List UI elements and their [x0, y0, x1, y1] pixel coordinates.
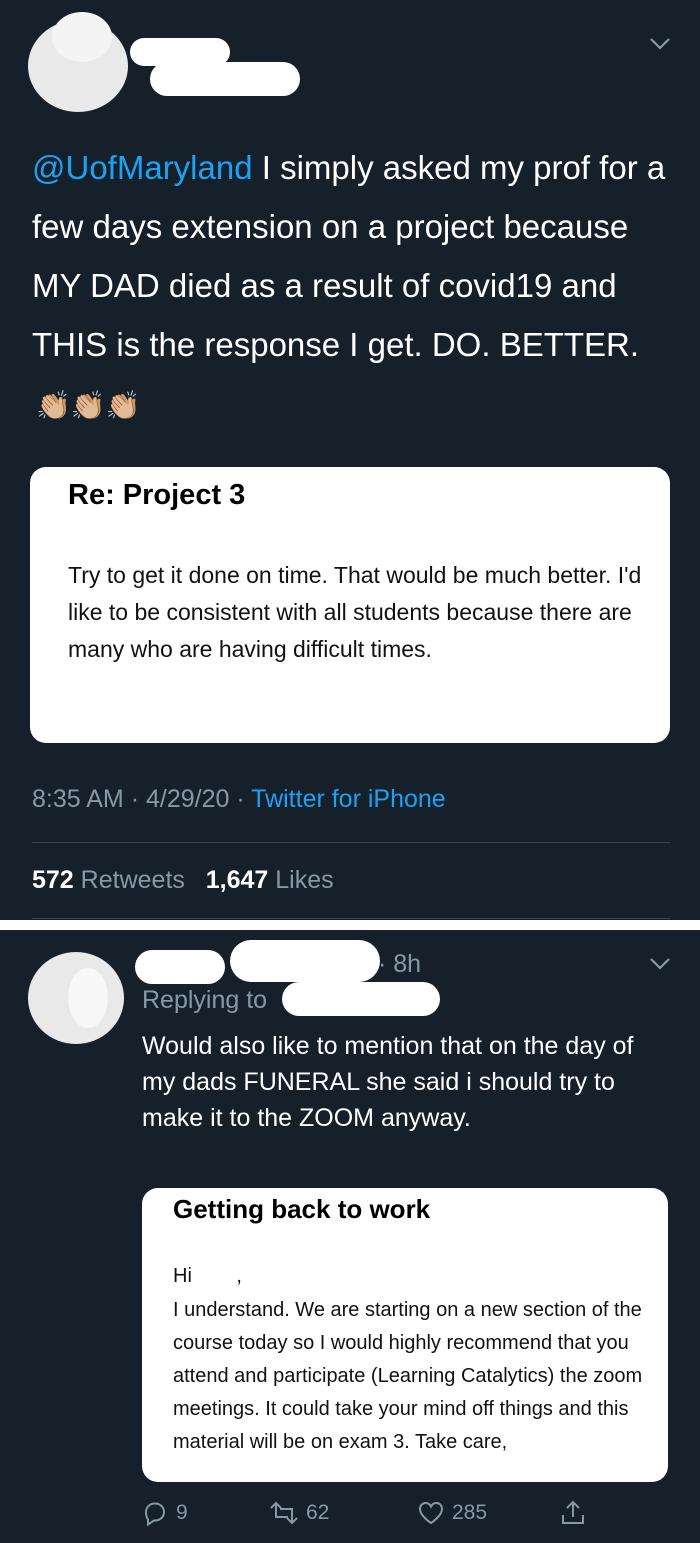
replying-to-label: Replying to: [142, 986, 268, 1014]
like-count: 285: [452, 1501, 488, 1524]
divider: [32, 842, 670, 843]
reply-tweet: · 8h Replying to Would also like to ment…: [0, 930, 700, 1543]
mention-link[interactable]: @UofMaryland: [32, 149, 253, 186]
reply-text: Would also like to mention that on the d…: [142, 1032, 634, 1132]
reply-count: 9: [176, 1501, 188, 1524]
tweet-action-bar: 9 62 285: [140, 1498, 610, 1538]
email-screenshot-card[interactable]: Re: Project 3 Try to get it done on time…: [30, 467, 670, 743]
reply-icon: [144, 1502, 166, 1527]
tweet-date: 4/29/20: [145, 785, 230, 813]
email-screenshot-card[interactable]: Getting back to work Hi , I understand. …: [142, 1188, 668, 1482]
email-subject: Re: Project 3: [68, 479, 246, 511]
retweet-icon: [270, 1501, 298, 1525]
email-body: Try to get it done on time. That would b…: [68, 562, 642, 662]
email-greeting: Hi ,: [173, 1265, 242, 1287]
like-button[interactable]: 285: [416, 1498, 487, 1528]
avatar[interactable]: [28, 12, 138, 112]
share-button[interactable]: [558, 1498, 588, 1528]
likes-stat[interactable]: 1,647 Likes: [206, 866, 334, 894]
redacted-reply-target: [282, 982, 440, 1016]
share-icon: [562, 1500, 584, 1524]
redacted-username: [230, 940, 380, 982]
tweet-time: 8:35 AM: [32, 785, 124, 813]
chevron-down-icon[interactable]: [648, 36, 672, 52]
tweet-age: · 8h: [378, 950, 422, 978]
email-subject: Getting back to work: [173, 1194, 431, 1224]
divider: [32, 918, 670, 919]
retweet-button[interactable]: 62: [268, 1498, 329, 1528]
chevron-down-icon[interactable]: [648, 956, 672, 972]
email-body: I understand. We are starting on a new s…: [173, 1299, 643, 1453]
retweets-stat[interactable]: 572 Retweets: [32, 866, 185, 894]
tweet-source-link[interactable]: Twitter for iPhone: [251, 785, 446, 813]
tweet-metadata: 8:35 AM · 4/29/20 · Twitter for iPhone: [32, 785, 446, 813]
avatar[interactable]: [28, 948, 128, 1048]
screenshot-separator: [0, 920, 700, 930]
reply-button[interactable]: 9: [140, 1498, 188, 1528]
heart-icon: [418, 1501, 444, 1525]
redacted-display-name: [135, 950, 225, 984]
clapping-hands-emoji: 👏🏼👏🏼👏🏼: [36, 390, 141, 421]
redacted-username: [150, 62, 300, 96]
engagement-stats: 572 Retweets 1,647 Likes: [32, 866, 334, 895]
retweet-count: 62: [306, 1501, 330, 1524]
tweet-text: @UofMaryland I simply asked my prof for …: [32, 138, 682, 435]
main-tweet: @UofMaryland I simply asked my prof for …: [0, 0, 700, 920]
